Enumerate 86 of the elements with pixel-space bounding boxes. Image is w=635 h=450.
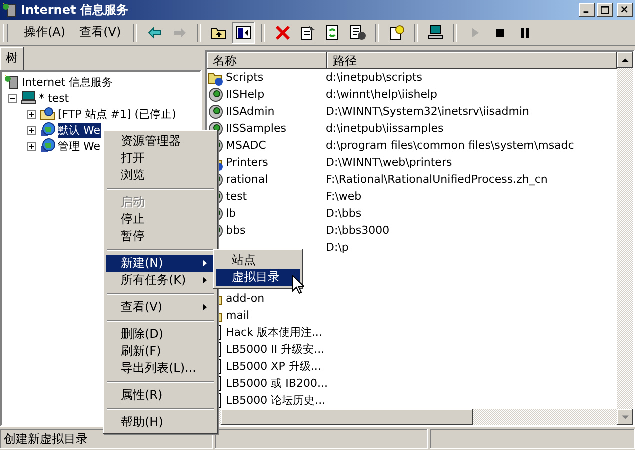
tree-tab[interactable]: 树 — [0, 47, 24, 70]
path-cell: d:\program files\common files\system\msadc — [326, 139, 574, 152]
column-header[interactable]: 路径 — [327, 52, 617, 69]
submenu-arrow-icon — [203, 304, 207, 311]
tree-tool-button[interactable] — [232, 22, 256, 44]
name-cell: Scripts — [226, 71, 264, 84]
left-arrow-icon — [146, 24, 163, 40]
panel-icon — [236, 24, 252, 40]
menu-item[interactable]: 删除(D) — [106, 326, 215, 343]
menu-item[interactable]: 停止 — [106, 211, 215, 228]
menu-item[interactable]: 刷新(F) — [106, 343, 215, 360]
tree-item[interactable]: 默认 We — [58, 122, 100, 138]
menu-item[interactable]: 导出列表(L)... — [106, 360, 215, 377]
path-cell: d:\inetpub\scripts — [326, 71, 423, 84]
path-cell: D:\WINNT\System32\inetsrv\iisadmin — [326, 105, 530, 118]
expand-icon[interactable] — [27, 142, 36, 150]
name-cell: LB5000 论坛历史... — [226, 393, 326, 408]
computer-icon — [428, 24, 444, 40]
path-cell: D:\bbs — [326, 207, 362, 220]
refresh-icon — [324, 24, 341, 40]
name-cell: test — [226, 190, 248, 203]
menu-item[interactable]: 虚拟目录 — [216, 269, 300, 286]
menu-item[interactable]: 所有任务(K) — [106, 272, 215, 289]
server-icon — [4, 74, 20, 90]
menu-item[interactable]: 查看(V) — [106, 299, 215, 316]
globe-gear-icon — [208, 86, 224, 102]
name-cell: bbs — [226, 224, 246, 237]
name-cell: mail — [226, 309, 250, 322]
close-icon — [621, 6, 629, 14]
column-header[interactable]: 名称 — [207, 52, 327, 69]
name-cell: lb — [226, 207, 236, 220]
server-icon — [2, 2, 18, 18]
document-export-icon — [350, 24, 366, 40]
expand-icon[interactable] — [27, 126, 36, 134]
name-cell: LB5000 XP 升级... — [226, 359, 322, 374]
name-cell: IISAdmin — [226, 105, 275, 118]
menu-item[interactable]: 查看(V) — [74, 22, 128, 43]
menu-item[interactable]: 操作(A) — [18, 22, 72, 43]
menu-item[interactable]: 资源管理器 — [106, 133, 215, 150]
name-cell: LB5000 或 IB200... — [226, 376, 328, 391]
properties-icon — [300, 24, 316, 40]
computer-icon — [21, 90, 37, 106]
path-cell: d:\winnt\help\iishelp — [326, 88, 438, 101]
tree-item[interactable]: * test — [39, 92, 70, 104]
name-cell: Hack 版本使用注... — [226, 325, 322, 340]
globe-icon — [40, 122, 56, 138]
name-cell: rational — [226, 173, 268, 186]
menu-item[interactable]: 站点 — [216, 252, 300, 269]
tree-item[interactable]: 管理 We — [58, 138, 100, 154]
path-cell: F:\Rational\RationalUnifiedProcess.zh_cn — [326, 173, 548, 186]
name-cell: MSADC — [226, 139, 266, 152]
close-button[interactable] — [617, 3, 633, 17]
tree-item[interactable]: Internet 信息服务 — [22, 74, 114, 90]
menu-item[interactable]: 新建(N) — [106, 255, 215, 272]
path-cell: D:\bbs3000 — [326, 224, 390, 237]
menu-item[interactable]: 打开 — [106, 150, 215, 167]
submenu-arrow-icon — [203, 277, 207, 284]
minimize-button[interactable] — [579, 3, 595, 17]
expand-icon[interactable] — [27, 110, 36, 118]
menu-item[interactable]: 属性(R) — [106, 387, 215, 404]
window-title: Internet 信息服务 — [21, 2, 128, 18]
name-cell: IISSamples — [226, 122, 286, 135]
menu-item[interactable]: 暂停 — [106, 228, 215, 245]
name-cell: Printers — [226, 156, 268, 169]
delete-icon — [274, 24, 291, 40]
vertical-scrollbar[interactable] — [617, 52, 633, 425]
path-cell: D:\WINNT\web\printers — [326, 156, 452, 169]
globe-gear-icon — [208, 104, 224, 120]
maximize-button[interactable] — [597, 3, 613, 17]
name-cell: IISHelp — [226, 88, 265, 101]
collapse-icon[interactable] — [8, 94, 17, 102]
name-cell: add-on — [226, 292, 265, 305]
scroll-down-icon — [622, 414, 628, 420]
menu-item[interactable]: 帮助(H) — [106, 414, 215, 431]
path-cell: D:\p — [326, 241, 349, 254]
path-cell: F:\web — [326, 190, 362, 203]
maximize-icon — [600, 6, 610, 14]
name-cell: LB5000 II 升级安... — [226, 342, 325, 357]
folder-globe-icon — [40, 106, 56, 122]
help-icon — [388, 24, 405, 40]
menu-item[interactable]: 浏览 — [106, 167, 215, 184]
globe-icon — [40, 138, 56, 154]
path-cell: d:\inetpub\iissamples — [326, 122, 444, 135]
tree-item[interactable]: [FTP 站点 #1] (已停止) — [58, 106, 176, 122]
scroll-up-icon — [622, 56, 628, 64]
submenu-arrow-icon — [203, 260, 207, 267]
